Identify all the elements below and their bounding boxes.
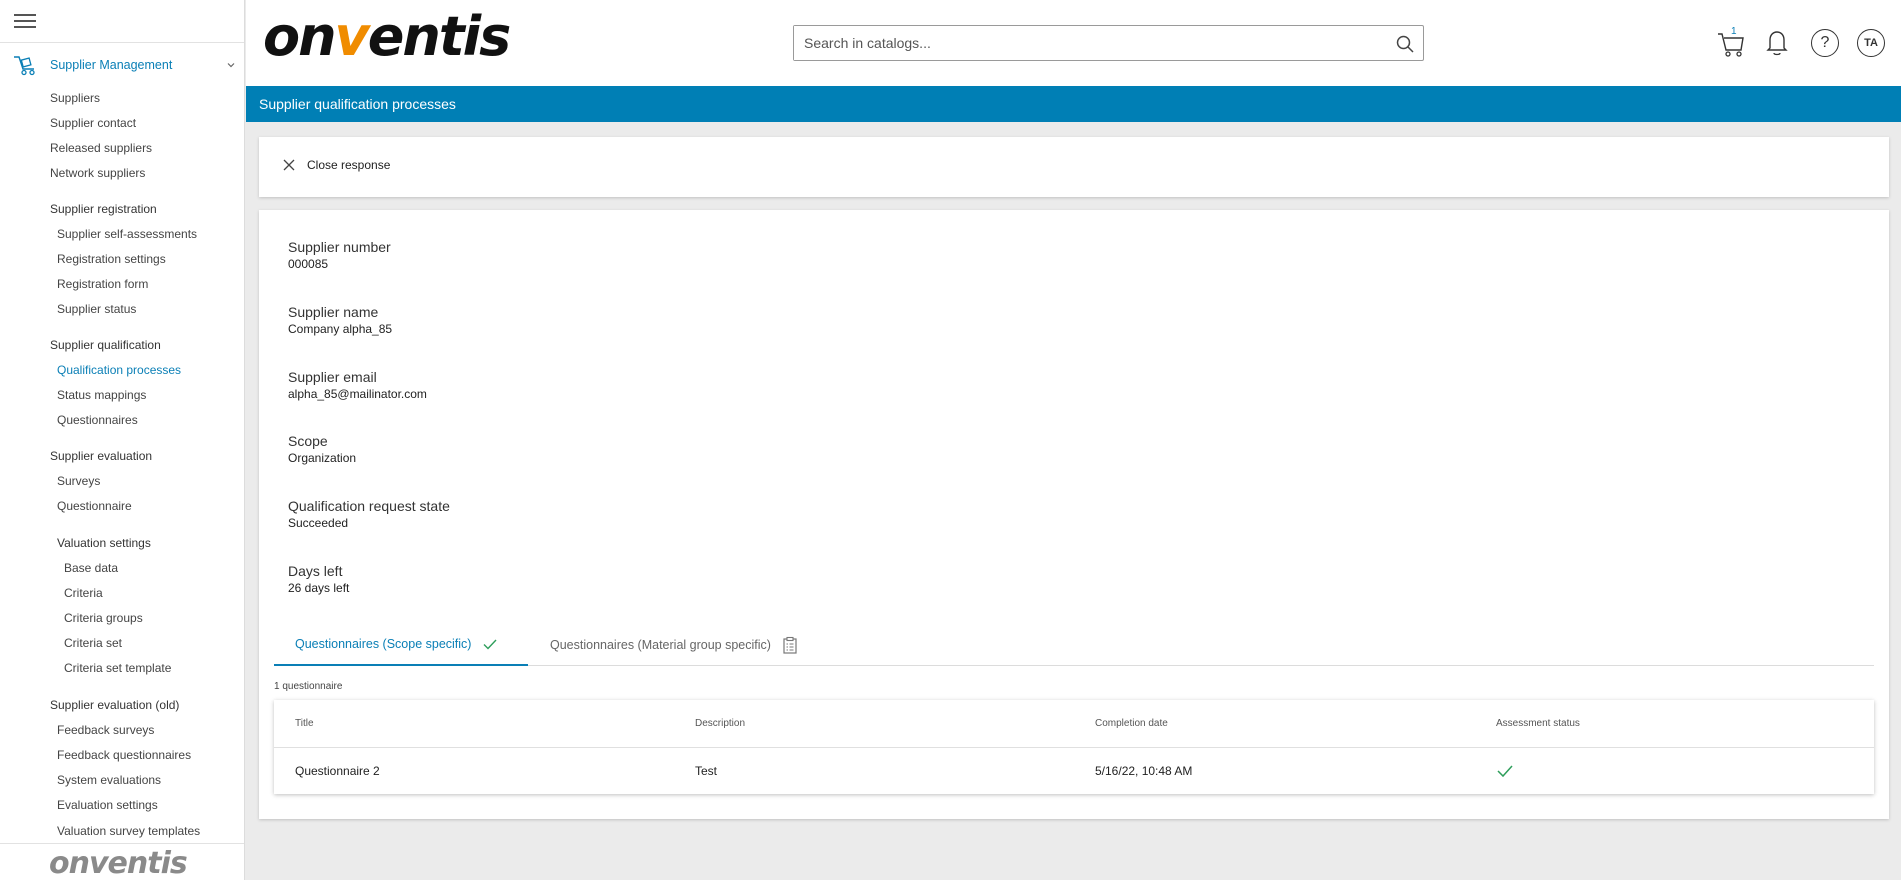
hamburger-menu-icon[interactable] bbox=[14, 14, 36, 30]
column-header-completion-date[interactable]: Completion date bbox=[1095, 700, 1168, 748]
sidebar-item-released-suppliers[interactable]: Released suppliers bbox=[50, 141, 152, 155]
sidebar-item-registration-settings[interactable]: Registration settings bbox=[57, 252, 166, 266]
sidebar-footer: onventis bbox=[0, 843, 244, 880]
sidebar-item-base-data[interactable]: Base data bbox=[64, 561, 118, 575]
close-response-label: Close response bbox=[307, 158, 391, 172]
chevron-down-icon[interactable] bbox=[226, 60, 236, 70]
catalog-search bbox=[793, 25, 1424, 61]
column-header-description[interactable]: Description bbox=[695, 700, 745, 748]
questionnaire-table: Title Description Completion date Assess… bbox=[274, 700, 1874, 794]
sidebar-item-supplier-status[interactable]: Supplier status bbox=[57, 302, 136, 316]
sidebar-item-questionnaire[interactable]: Questionnaire bbox=[57, 499, 132, 513]
field-label: Qualification request state bbox=[288, 498, 450, 514]
sidebar-item-criteria[interactable]: Criteria bbox=[64, 586, 103, 600]
onventis-logo[interactable]: onventis bbox=[263, 5, 512, 68]
hand-truck-icon bbox=[14, 56, 35, 76]
sidebar-item-feedback-questionnaires[interactable]: Feedback questionnaires bbox=[57, 748, 191, 762]
sidebar-group-valuation-settings[interactable]: Valuation settings bbox=[57, 536, 151, 550]
tab-material-group-specific[interactable]: Questionnaires (Material group specific) bbox=[550, 624, 799, 666]
bell-icon bbox=[1766, 31, 1788, 56]
checkmark-icon bbox=[1497, 765, 1513, 778]
search-icon[interactable] bbox=[1395, 34, 1415, 54]
field-scope: Scope Organization bbox=[288, 433, 356, 465]
sidebar-item-network-suppliers[interactable]: Network suppliers bbox=[50, 166, 145, 180]
field-value: 26 days left bbox=[288, 581, 350, 595]
field-value: alpha_85@mailinator.com bbox=[288, 387, 427, 401]
cell-completion-date: 5/16/22, 10:48 AM bbox=[1095, 764, 1193, 778]
field-value: 000085 bbox=[288, 257, 329, 271]
tab-label: Questionnaires (Material group specific) bbox=[550, 638, 771, 652]
cart-count-badge: 1 bbox=[1731, 26, 1737, 37]
field-value: Organization bbox=[288, 451, 357, 465]
field-label: Days left bbox=[288, 563, 343, 579]
sidebar-top bbox=[0, 0, 244, 43]
column-header-assessment-status[interactable]: Assessment status bbox=[1496, 700, 1580, 748]
field-label: Supplier email bbox=[288, 369, 377, 385]
sidebar-section-label: Supplier Management bbox=[50, 58, 173, 72]
field-label: Supplier number bbox=[288, 239, 391, 255]
sidebar-item-system-evaluations[interactable]: System evaluations bbox=[57, 773, 161, 787]
close-response-button[interactable]: Close response bbox=[283, 158, 390, 172]
user-avatar[interactable]: TA bbox=[1857, 29, 1885, 57]
clipboard-icon bbox=[783, 636, 797, 654]
column-header-title[interactable]: Title bbox=[295, 700, 314, 748]
field-qualification-request-state: Qualification request state Succeeded bbox=[288, 498, 450, 530]
sidebar-item-registration-form[interactable]: Registration form bbox=[57, 277, 148, 291]
sidebar-section-supplier-management[interactable]: Supplier Management bbox=[12, 54, 240, 76]
field-supplier-name: Supplier name Company alpha_85 bbox=[288, 304, 392, 336]
field-value: Succeeded bbox=[288, 516, 349, 530]
close-response-card: Close response bbox=[259, 137, 1889, 197]
qualification-detail-card: Supplier number 000085 Supplier name Com… bbox=[259, 210, 1889, 819]
help-icon[interactable]: ? bbox=[1811, 29, 1839, 57]
sidebar-group-supplier-evaluation-old[interactable]: Supplier evaluation (old) bbox=[50, 698, 179, 712]
sidebar-item-feedback-surveys[interactable]: Feedback surveys bbox=[57, 723, 154, 737]
logo-text-entis: entis bbox=[367, 5, 512, 68]
page-title: Supplier qualification processes bbox=[246, 86, 1901, 122]
sidebar-item-valuation-survey-templates[interactable]: Valuation survey templates bbox=[57, 824, 200, 838]
search-input[interactable] bbox=[794, 26, 1374, 60]
sidebar-group-supplier-registration[interactable]: Supplier registration bbox=[50, 202, 157, 216]
sidebar-item-criteria-set[interactable]: Criteria set bbox=[64, 636, 122, 650]
table-header: Title Description Completion date Assess… bbox=[274, 700, 1874, 748]
sidebar-item-supplier-contact[interactable]: Supplier contact bbox=[50, 116, 136, 130]
sidebar-item-qualification-processes[interactable]: Qualification processes bbox=[57, 363, 181, 377]
notifications-button[interactable] bbox=[1762, 26, 1792, 58]
questionnaire-count: 1 questionnaire bbox=[274, 681, 343, 692]
sidebar-item-supplier-self-assessments[interactable]: Supplier self-assessments bbox=[57, 227, 197, 241]
sidebar: Supplier Management Suppliers Supplier c… bbox=[0, 0, 245, 880]
field-value: Company alpha_85 bbox=[288, 322, 393, 336]
logo-text-v: v bbox=[334, 5, 370, 68]
sidebar-group-supplier-evaluation[interactable]: Supplier evaluation bbox=[50, 449, 152, 463]
field-label: Supplier name bbox=[288, 304, 379, 320]
cart-button[interactable]: 1 bbox=[1716, 26, 1746, 58]
sidebar-group-supplier-qualification[interactable]: Supplier qualification bbox=[50, 338, 161, 352]
sidebar-item-criteria-groups[interactable]: Criteria groups bbox=[64, 611, 143, 625]
tab-label: Questionnaires (Scope specific) bbox=[295, 637, 472, 651]
footer-logo: onventis bbox=[49, 846, 188, 880]
top-header: onventis 1 ? TA bbox=[246, 0, 1901, 86]
checkmark-icon bbox=[483, 639, 497, 650]
sidebar-item-questionnaires[interactable]: Questionnaires bbox=[57, 413, 138, 427]
sidebar-item-evaluation-settings[interactable]: Evaluation settings bbox=[57, 798, 158, 812]
cell-title: Questionnaire 2 bbox=[295, 764, 380, 778]
sidebar-item-suppliers[interactable]: Suppliers bbox=[50, 91, 100, 105]
field-label: Scope bbox=[288, 433, 328, 449]
tab-scope-specific[interactable]: Questionnaires (Scope specific) bbox=[274, 624, 528, 666]
field-supplier-number: Supplier number 000085 bbox=[288, 239, 391, 271]
questionnaire-tabs: Questionnaires (Scope specific) Question… bbox=[274, 624, 1874, 666]
sidebar-item-surveys[interactable]: Surveys bbox=[57, 474, 100, 488]
table-row[interactable]: Questionnaire 2 Test 5/16/22, 10:48 AM bbox=[274, 748, 1874, 794]
sidebar-item-criteria-set-template[interactable]: Criteria set template bbox=[64, 661, 171, 675]
field-supplier-email: Supplier email alpha_85@mailinator.com bbox=[288, 369, 427, 401]
logo-text-on: on bbox=[263, 5, 337, 68]
sidebar-item-status-mappings[interactable]: Status mappings bbox=[57, 388, 146, 402]
cell-description: Test bbox=[695, 764, 718, 778]
close-icon bbox=[283, 159, 295, 171]
field-days-left: Days left 26 days left bbox=[288, 563, 349, 595]
